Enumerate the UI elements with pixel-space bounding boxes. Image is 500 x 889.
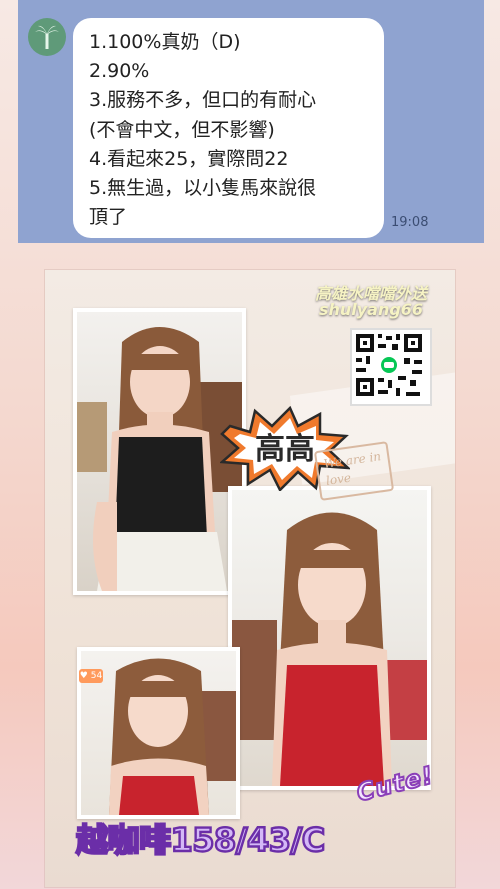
message-timestamp: 19:08	[391, 215, 429, 230]
qr-code-icon[interactable]	[350, 328, 432, 406]
message-line: 1.100%真奶（D)	[89, 31, 241, 53]
heart-icon: ♥	[79, 671, 88, 681]
poster-promo-line2: shulyang66	[318, 300, 424, 319]
like-badge: ♥ 54	[79, 669, 103, 683]
message-line: 5.無生過，以小隻馬來說很	[89, 177, 317, 200]
message-line: (不會中文，但不影響)	[89, 118, 275, 141]
message-line: 2.90%	[89, 60, 150, 83]
message-line: 4.看起來25，實際問22	[89, 147, 289, 170]
message-line: 頂了	[89, 206, 128, 229]
like-count: 54	[90, 671, 103, 681]
message-bubble[interactable]: 1.100%真奶（D) 2.90% 3.服務不多，但口的有耐心 (不會中文，但不…	[73, 18, 384, 238]
chat-avatar[interactable]	[28, 18, 66, 56]
promo-poster[interactable]: 高雄水噹噹外送 shulyang66 ♥ 54 高高 We are in lov…	[45, 270, 455, 887]
palm-tree-icon	[35, 25, 59, 49]
love-stamp: We are in love	[313, 441, 395, 501]
model-photo-2[interactable]	[228, 486, 431, 790]
message-line: 3.服務不多，但口的有耐心	[89, 89, 317, 112]
poster-headline: 越咖啡158/43/C	[75, 820, 327, 860]
